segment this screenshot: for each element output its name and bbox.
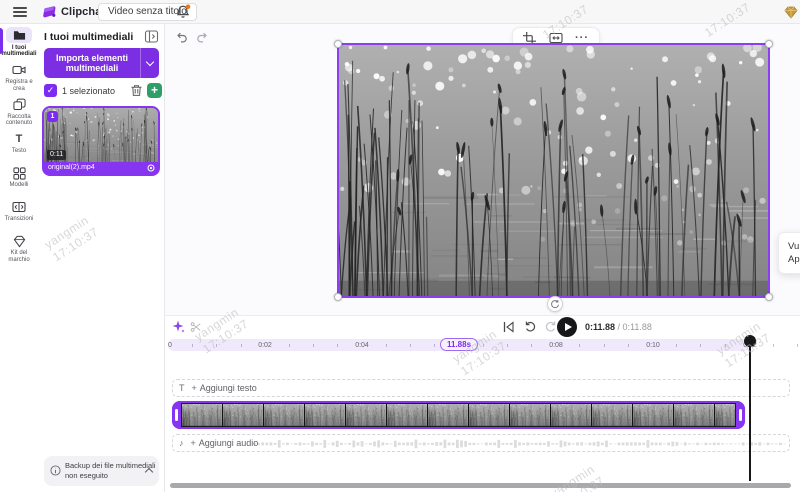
- top-bar: Clipchamp Video senza titolo: [0, 0, 800, 24]
- skip-to-start-icon[interactable]: [503, 321, 514, 333]
- rotate-handle-icon[interactable]: [547, 296, 563, 312]
- audio-waveform: [253, 439, 786, 449]
- templates-grid-icon: [6, 166, 32, 181]
- resize-handle-bl[interactable]: [334, 293, 342, 301]
- import-media-button[interactable]: Importa elementi multimediali: [44, 48, 159, 78]
- collection-icon: [6, 97, 32, 112]
- side-tooltip: Vu Ap: [778, 232, 800, 274]
- media-item-card[interactable]: 1 0:11 original(2).mp4: [42, 106, 160, 176]
- clip-order-badge: 1: [47, 111, 58, 122]
- backup-status-text: Backup dei file multimediali non eseguito: [65, 461, 156, 480]
- music-note-icon: ♪: [179, 438, 184, 448]
- text-tool-icon: T: [179, 383, 185, 393]
- timeline-video-clip[interactable]: [172, 401, 745, 429]
- time-display: 0:11.88 / 0:11.88: [585, 322, 652, 332]
- tool-rail: I tuoi multimediali Registra e crea Racc…: [0, 24, 38, 492]
- resize-handle-tr[interactable]: [765, 40, 773, 48]
- trim-handle-left[interactable]: [172, 401, 181, 429]
- add-media-button[interactable]: +: [147, 83, 162, 98]
- backup-status-toggle[interactable]: Backup dei file multimediali non eseguito: [44, 456, 159, 486]
- active-tab-indicator: [0, 28, 3, 54]
- sidebar-item-your-media[interactable]: I tuoi multimediali: [0, 27, 38, 58]
- camera-icon: [6, 63, 32, 78]
- notifications-bell-icon[interactable]: [175, 4, 191, 20]
- timeline: 0:11.88 / 0:11.88 0 0:02 0:04 0:08 0:10 …: [165, 315, 800, 492]
- selection-row: ✓ 1 selezionato +: [44, 83, 162, 99]
- preview-stage: ···: [165, 24, 800, 315]
- brand-kit-icon: [6, 234, 32, 249]
- sidebar-item-text[interactable]: T Testo: [0, 132, 38, 161]
- selected-count: 1 selezionato: [62, 86, 116, 96]
- magic-tools-icon[interactable]: [172, 320, 185, 333]
- text-tool-icon: T: [15, 133, 23, 145]
- select-all-checkbox[interactable]: ✓: [44, 84, 57, 97]
- info-icon: [50, 465, 61, 476]
- more-options-icon[interactable]: ···: [575, 33, 589, 44]
- undo-icon[interactable]: [175, 31, 188, 44]
- media-folder-icon: [6, 27, 32, 43]
- clip-settings-icon[interactable]: [147, 164, 155, 172]
- resize-handle-br[interactable]: [765, 293, 773, 301]
- add-audio-track[interactable]: ♪ + Aggiungi audio: [172, 434, 790, 452]
- panel-title: I tuoi multimediali: [44, 31, 134, 43]
- delete-icon[interactable]: [130, 84, 143, 97]
- sidebar-item-templates[interactable]: Modelli: [0, 166, 38, 195]
- playhead-handle[interactable]: [744, 335, 756, 347]
- import-options-chevron[interactable]: [140, 48, 159, 78]
- transitions-icon: [6, 200, 32, 215]
- sidebar-item-record-create[interactable]: Registra e crea: [0, 63, 38, 93]
- video-preview[interactable]: [334, 40, 773, 301]
- playhead-line: [749, 341, 751, 481]
- media-panel: I tuoi multimediali Importa elementi mul…: [38, 24, 165, 492]
- add-text-track[interactable]: T + Aggiungi testo: [172, 379, 790, 397]
- rewind-icon[interactable]: [524, 320, 537, 333]
- video-frame: [339, 45, 768, 296]
- sidebar-item-content-library[interactable]: Raccolta contenuto: [0, 97, 38, 127]
- timeline-scrollbar[interactable]: [170, 483, 791, 488]
- timeline-ruler[interactable]: 0 0:02 0:04 0:08 0:10 0:12 11.88s: [165, 337, 800, 353]
- split-scissors-icon[interactable]: [190, 321, 202, 333]
- play-button[interactable]: [557, 317, 577, 337]
- clip-duration-chip: 0:11: [47, 150, 67, 160]
- clip-duration-pill: 11.88s: [439, 338, 479, 351]
- clipchamp-logo-icon: [43, 6, 56, 18]
- menu-icon[interactable]: [13, 7, 27, 17]
- premium-diamond-icon[interactable]: [784, 5, 798, 19]
- clip-filename-bar: original(2).mp4: [44, 162, 158, 174]
- trim-handle-right[interactable]: [736, 401, 745, 429]
- chevron-down-icon: [145, 57, 155, 66]
- sidebar-item-brand-kit[interactable]: Kit del marchio: [0, 234, 38, 264]
- resize-handle-tl[interactable]: [334, 40, 342, 48]
- clip-filmstrip: [182, 404, 735, 426]
- sidebar-item-transitions[interactable]: Transizioni: [0, 200, 38, 229]
- clipchamp-app: Clipchamp Video senza titolo I tuoi mult…: [0, 0, 800, 492]
- redo-icon[interactable]: [196, 31, 209, 44]
- collapse-panel-icon[interactable]: [144, 29, 159, 44]
- fast-forward-icon[interactable]: [544, 320, 557, 333]
